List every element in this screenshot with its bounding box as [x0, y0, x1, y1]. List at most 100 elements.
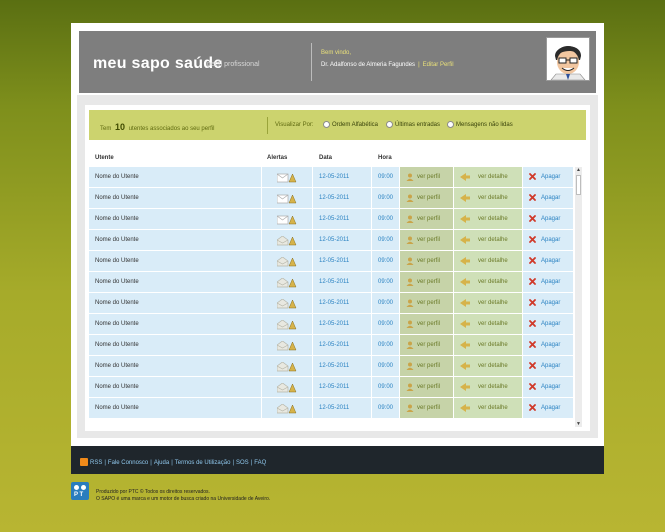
sort-unread-radio[interactable]: Mensagens não lidas [447, 121, 513, 128]
delete-button[interactable]: Apagar [523, 314, 573, 334]
delete-button[interactable]: Apagar [523, 230, 573, 250]
detail-arrow-icon [460, 215, 470, 223]
alert-cell[interactable] [262, 167, 312, 187]
scroll-up-icon[interactable]: ▲ [576, 167, 581, 173]
table-row[interactable]: Nome do Utente 12-05-2011 09:00 ver perfil v… [89, 209, 582, 229]
view-profile-button[interactable]: ver perfil [400, 167, 453, 187]
view-detail-button[interactable]: ver detalhe [454, 230, 522, 250]
view-detail-button[interactable]: ver detalhe [454, 167, 522, 187]
view-detail-button[interactable]: ver detalhe [454, 188, 522, 208]
table-row[interactable]: Nome do Utente 12-05-2011 09:00 ver perfil v… [89, 356, 582, 376]
view-detail-button[interactable]: ver detalhe [454, 377, 522, 397]
footer-link-sos[interactable]: SOS [236, 460, 249, 466]
rss-icon[interactable] [80, 458, 88, 466]
footer-link-terms[interactable]: Termos de Utilização [175, 460, 231, 466]
table-scrollbar[interactable]: ▲ ▼ [575, 167, 582, 427]
view-profile-label: ver perfil [417, 237, 441, 243]
footer-link-contact[interactable]: Fale Connosco [108, 460, 148, 466]
alert-cell[interactable] [262, 209, 312, 229]
view-detail-button[interactable]: ver detalhe [454, 209, 522, 229]
logo-title[interactable]: meu sapo saúde [93, 55, 223, 73]
footer-link-help[interactable]: Ajuda [154, 460, 169, 466]
view-profile-button[interactable]: ver perfil [400, 314, 453, 334]
table-row[interactable]: Nome do Utente 12-05-2011 09:00 ver perfil v… [89, 272, 582, 292]
welcome-text: Bem vindo, [321, 50, 352, 56]
alert-cell[interactable] [262, 188, 312, 208]
alert-cell[interactable] [262, 272, 312, 292]
view-profile-button[interactable]: ver perfil [400, 230, 453, 250]
table-row[interactable]: Nome do Utente 12-05-2011 09:00 ver perfil v… [89, 293, 582, 313]
view-profile-button[interactable]: ver perfil [400, 272, 453, 292]
view-detail-button[interactable]: ver detalhe [454, 356, 522, 376]
pt-logo[interactable]: P T [71, 482, 89, 500]
col-alertas[interactable]: Alertas [267, 155, 287, 161]
delete-button[interactable]: Apagar [523, 377, 573, 397]
view-detail-button[interactable]: ver detalhe [454, 335, 522, 355]
sort-latest-radio[interactable]: Últimas entradas [386, 121, 440, 128]
table-row[interactable]: Nome do Utente 12-05-2011 09:00 ver perfil v… [89, 398, 582, 418]
view-profile-button[interactable]: ver perfil [400, 251, 453, 271]
alert-cell[interactable] [262, 230, 312, 250]
table-row[interactable]: Nome do Utente 12-05-2011 09:00 ver perfil v… [89, 377, 582, 397]
alert-cell[interactable] [262, 356, 312, 376]
view-profile-button[interactable]: ver perfil [400, 335, 453, 355]
doctor-line: Dr. Adalfonso de Almeria Fagundes | Editar… [321, 62, 454, 68]
open-envelope-warning-icon [277, 257, 297, 267]
delete-button[interactable]: Apagar [523, 335, 573, 355]
date-value: 12-05-2011 [319, 300, 350, 306]
time-cell: 09:00 [372, 230, 399, 250]
delete-button[interactable]: Apagar [523, 251, 573, 271]
time-cell: 09:00 [372, 335, 399, 355]
delete-button[interactable]: Apagar [523, 356, 573, 376]
table-row[interactable]: Nome do Utente 12-05-2011 09:00 ver perfil v… [89, 314, 582, 334]
alert-cell[interactable] [262, 377, 312, 397]
col-hora[interactable]: Hora [378, 155, 392, 161]
delete-button[interactable]: Apagar [523, 398, 573, 418]
sort-alphabetical-radio[interactable]: Ordem Alfabética [323, 121, 378, 128]
alert-cell[interactable] [262, 398, 312, 418]
view-profile-button[interactable]: ver perfil [400, 377, 453, 397]
table-row[interactable]: Nome do Utente 12-05-2011 09:00 ver perfil v… [89, 335, 582, 355]
footer-separator: | [171, 460, 173, 466]
avatar[interactable] [546, 37, 590, 81]
alert-cell[interactable] [262, 314, 312, 334]
view-profile-button[interactable]: ver perfil [400, 293, 453, 313]
radio-circle-icon [323, 121, 330, 128]
view-detail-button[interactable]: ver detalhe [454, 293, 522, 313]
view-profile-button[interactable]: ver perfil [400, 398, 453, 418]
delete-button[interactable]: Apagar [523, 188, 573, 208]
table-row[interactable]: Nome do Utente 12-05-2011 09:00 ver perfil v… [89, 167, 582, 187]
view-detail-button[interactable]: ver detalhe [454, 314, 522, 334]
table-row[interactable]: Nome do Utente 12-05-2011 09:00 ver perfil v… [89, 251, 582, 271]
delete-button[interactable]: Apagar [523, 209, 573, 229]
col-utente[interactable]: Utente [95, 155, 114, 161]
person-icon [406, 383, 414, 391]
view-detail-button[interactable]: ver detalhe [454, 398, 522, 418]
view-detail-button[interactable]: ver detalhe [454, 251, 522, 271]
footer-link-rss[interactable]: RSS [90, 460, 102, 466]
col-data[interactable]: Data [319, 155, 332, 161]
table-row[interactable]: Nome do Utente 12-05-2011 09:00 ver perfil v… [89, 188, 582, 208]
delete-button[interactable]: Apagar [523, 293, 573, 313]
view-profile-button[interactable]: ver perfil [400, 188, 453, 208]
view-detail-button[interactable]: ver detalhe [454, 272, 522, 292]
view-detail-label: ver detalhe [478, 405, 508, 411]
table-body[interactable]: Nome do Utente 12-05-2011 09:00 ver perfil v… [89, 167, 582, 427]
footer-link-faq[interactable]: FAQ [254, 460, 266, 466]
table-row[interactable]: Nome do Utente 12-05-2011 09:00 ver perfil v… [89, 230, 582, 250]
date-cell: 12-05-2011 [313, 209, 371, 229]
date-cell: 12-05-2011 [313, 251, 371, 271]
alert-cell[interactable] [262, 293, 312, 313]
header: meu sapo saúde perfil profissional Bem v… [79, 31, 596, 93]
view-profile-button[interactable]: ver perfil [400, 356, 453, 376]
scroll-thumb[interactable] [576, 175, 581, 195]
alert-cell[interactable] [262, 251, 312, 271]
scroll-down-icon[interactable]: ▼ [576, 421, 581, 427]
edit-profile-link[interactable]: Editar Perfil [423, 62, 454, 68]
alert-cell[interactable] [262, 335, 312, 355]
delete-button[interactable]: Apagar [523, 167, 573, 187]
credits-line-1: Produzido por PTC © Todos os direitos re… [96, 489, 210, 495]
view-profile-button[interactable]: ver perfil [400, 209, 453, 229]
delete-button[interactable]: Apagar [523, 272, 573, 292]
open-envelope-warning-icon [277, 320, 297, 330]
